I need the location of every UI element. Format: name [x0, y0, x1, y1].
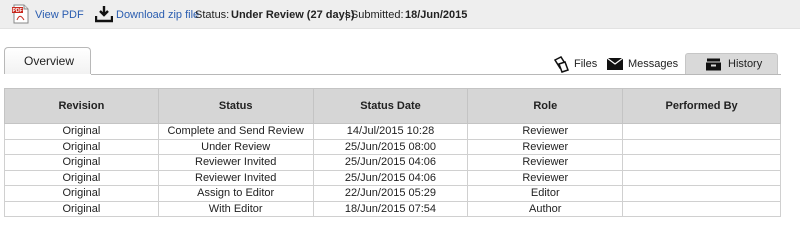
cell-status: Reviewer Invited — [157, 169, 314, 186]
cell-revision: Original — [4, 185, 159, 202]
cell-status-date: 18/Jun/2015 07:54 — [312, 200, 469, 217]
column-header-performed-by[interactable]: Performed By — [622, 88, 781, 124]
table-row: Original Under Review 25/Jun/2015 08:00 … — [4, 138, 781, 155]
tab-history[interactable]: History — [685, 53, 778, 74]
cell-performed-by — [622, 200, 781, 217]
cell-role: Reviewer — [467, 169, 624, 186]
column-header-role[interactable]: Role — [467, 88, 624, 124]
cell-performed-by — [622, 123, 781, 140]
table-row: Original Complete and Send Review 14/Jul… — [4, 123, 781, 140]
view-pdf-link[interactable]: View PDF — [35, 0, 84, 29]
cell-status-date: 25/Jun/2015 04:06 — [312, 169, 469, 186]
history-table: Revision Status Status Date Role Perform… — [4, 88, 781, 217]
cell-role: Author — [467, 200, 624, 217]
cell-status-date: 14/Jul/2015 10:28 — [312, 123, 469, 140]
envelope-icon — [607, 58, 623, 70]
cell-status-date: 22/Jun/2015 05:29 — [312, 185, 469, 202]
cell-status-date: 25/Jun/2015 08:00 — [312, 138, 469, 155]
tab-files-label: Files — [574, 58, 598, 70]
cell-status: Complete and Send Review — [157, 123, 314, 140]
submission-toolbar: PDF View PDF Download zip file Status: U… — [0, 0, 800, 29]
download-icon[interactable] — [94, 5, 114, 23]
table-row: Original Reviewer Invited 25/Jun/2015 04… — [4, 154, 781, 171]
cell-performed-by — [622, 169, 781, 186]
cell-status: With Editor — [157, 200, 314, 217]
column-header-status[interactable]: Status — [157, 88, 314, 124]
submitted-date: 18/Jun/2015 — [405, 8, 468, 21]
cell-role: Reviewer — [467, 154, 624, 171]
cell-revision: Original — [4, 138, 159, 155]
cell-revision: Original — [4, 169, 159, 186]
cell-performed-by — [622, 154, 781, 171]
svg-text:PDF: PDF — [13, 8, 23, 14]
table-header-row: Revision Status Status Date Role Perform… — [4, 88, 781, 124]
cell-revision: Original — [4, 154, 159, 171]
status-value: Under Review (27 days) — [231, 8, 355, 21]
tab-overview[interactable]: Overview — [4, 47, 91, 74]
table-row: Original With Editor 18/Jun/2015 07:54 A… — [4, 200, 781, 217]
download-zip-link[interactable]: Download zip file — [116, 0, 199, 29]
tab-messages[interactable]: Messages — [607, 55, 678, 73]
cell-performed-by — [622, 138, 781, 155]
cell-status-date: 25/Jun/2015 04:06 — [312, 154, 469, 171]
submitted-label: | Submitted: — [345, 8, 404, 21]
column-header-revision[interactable]: Revision — [4, 88, 159, 124]
tab-files[interactable]: Files — [553, 55, 597, 73]
pdf-file-icon[interactable]: PDF — [12, 4, 30, 24]
cell-role: Reviewer — [467, 123, 624, 140]
table-row: Original Assign to Editor 22/Jun/2015 05… — [4, 185, 781, 202]
cell-status: Under Review — [157, 138, 314, 155]
inbox-tray-icon — [706, 58, 721, 71]
table-row: Original Reviewer Invited 25/Jun/2015 04… — [4, 169, 781, 186]
cell-revision: Original — [4, 123, 159, 140]
tab-history-label: History — [728, 58, 763, 70]
tab-divider — [91, 74, 781, 75]
cell-role: Reviewer — [467, 138, 624, 155]
column-header-status-date[interactable]: Status Date — [312, 88, 469, 124]
cell-performed-by — [622, 185, 781, 202]
cell-role: Editor — [467, 185, 624, 202]
cell-status: Assign to Editor — [157, 185, 314, 202]
files-icon — [553, 55, 570, 73]
tab-messages-label: Messages — [628, 58, 679, 70]
status-label: Status: — [195, 8, 230, 21]
cell-status: Reviewer Invited — [157, 154, 314, 171]
cell-revision: Original — [4, 200, 159, 217]
